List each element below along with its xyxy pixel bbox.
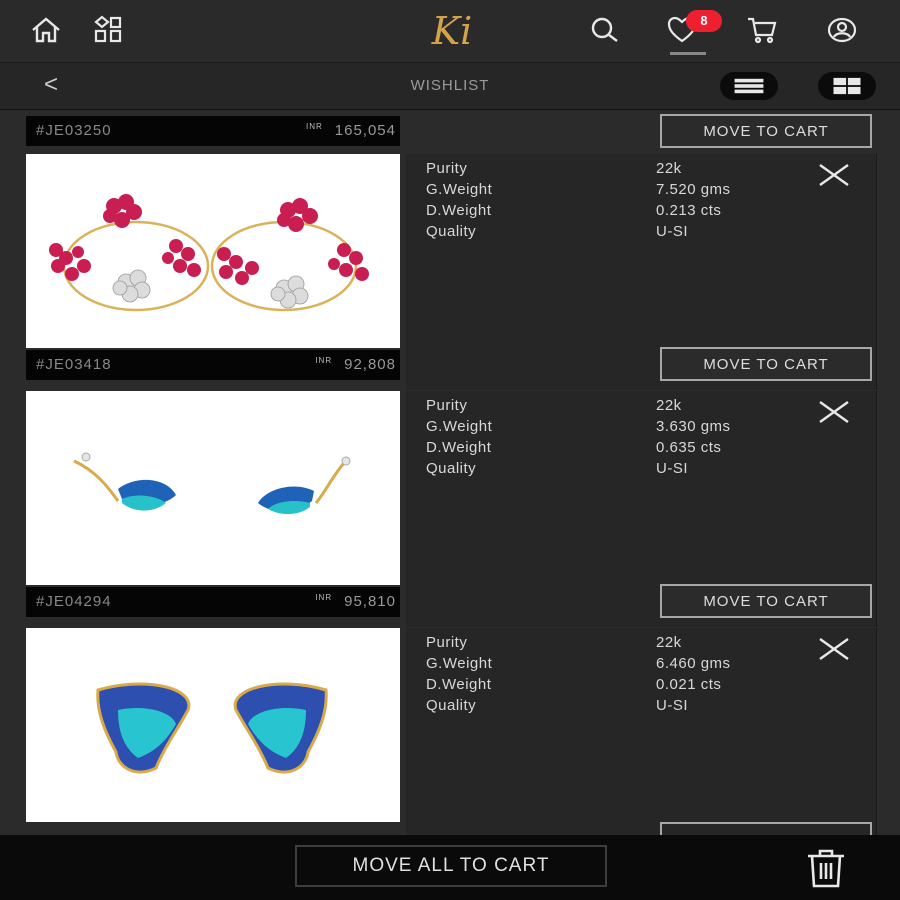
wishlist-card: Purity 22k G.Weight 6.460 gms D.Weight 0.02…: [26, 628, 877, 835]
grid-view-icon: [833, 77, 861, 95]
product-code: #JE03418: [36, 356, 112, 373]
product-price: INR 92,808: [315, 356, 396, 373]
product-code: #JE03250: [36, 122, 112, 139]
grid-view-toggle[interactable]: [818, 72, 876, 100]
bottom-action-bar: MOVE ALL TO CART: [0, 835, 900, 900]
move-all-to-cart-button[interactable]: MOVE ALL TO CART: [295, 845, 607, 887]
wishlist-card: #JE03418 INR 92,808 Purity 22k G.Weight 7.5…: [26, 154, 877, 390]
product-info-strip: #JE04294 INR 95,810: [26, 587, 400, 617]
remove-item-close-icon[interactable]: [816, 399, 852, 425]
categories-icon[interactable]: [90, 12, 126, 48]
home-icon[interactable]: [28, 12, 64, 48]
account-icon[interactable]: [824, 12, 860, 48]
product-specs: Purity 22k G.Weight 6.460 gms D.Weight 0.02…: [426, 634, 731, 714]
product-image-flower-earrings[interactable]: [26, 154, 400, 348]
cart-icon[interactable]: [744, 12, 780, 48]
product-specs: Purity 22k G.Weight 3.630 gms D.Weight 0.63…: [426, 397, 731, 477]
product-specs: Purity 22k G.Weight 7.520 gms D.Weight 0.21…: [426, 160, 731, 240]
move-to-cart-button[interactable]: MOVE TO CART: [660, 114, 872, 148]
product-image-butterfly-earrings[interactable]: [26, 391, 400, 585]
search-icon[interactable]: [586, 12, 622, 48]
sub-header: < WISHLIST: [0, 63, 900, 110]
product-price: INR 95,810: [315, 593, 396, 610]
product-price: INR 165,054: [305, 122, 396, 139]
wishlist-items[interactable]: #JE03250 INR 165,054 MOVE TO CART #JE034…: [0, 110, 900, 835]
product-info-strip: #JE03418 INR 92,808: [26, 350, 400, 380]
trash-icon[interactable]: [804, 847, 848, 889]
top-bar: Ki 8: [0, 0, 900, 63]
page-title: WISHLIST: [410, 77, 490, 94]
list-view-icon: [734, 78, 764, 94]
back-button[interactable]: <: [44, 71, 58, 99]
move-to-cart-button[interactable]: MOVE TO CART: [660, 347, 872, 381]
remove-item-close-icon[interactable]: [816, 162, 852, 188]
wishlist-card: #JE04294 INR 95,810 Purity 22k G.Weight 3.6…: [26, 391, 877, 627]
active-tab-indicator: [670, 52, 706, 55]
product-info-strip: #JE03250 INR 165,054: [26, 116, 400, 146]
product-code: #JE04294: [36, 593, 112, 610]
remove-item-close-icon[interactable]: [816, 636, 852, 662]
product-image-wing-earrings[interactable]: [26, 628, 400, 822]
move-to-cart-button-partial[interactable]: [660, 822, 872, 835]
list-view-toggle[interactable]: [720, 72, 778, 100]
brand-logo[interactable]: Ki: [412, 8, 492, 54]
wishlist-count-badge: 8: [686, 10, 722, 32]
move-to-cart-button[interactable]: MOVE TO CART: [660, 584, 872, 618]
